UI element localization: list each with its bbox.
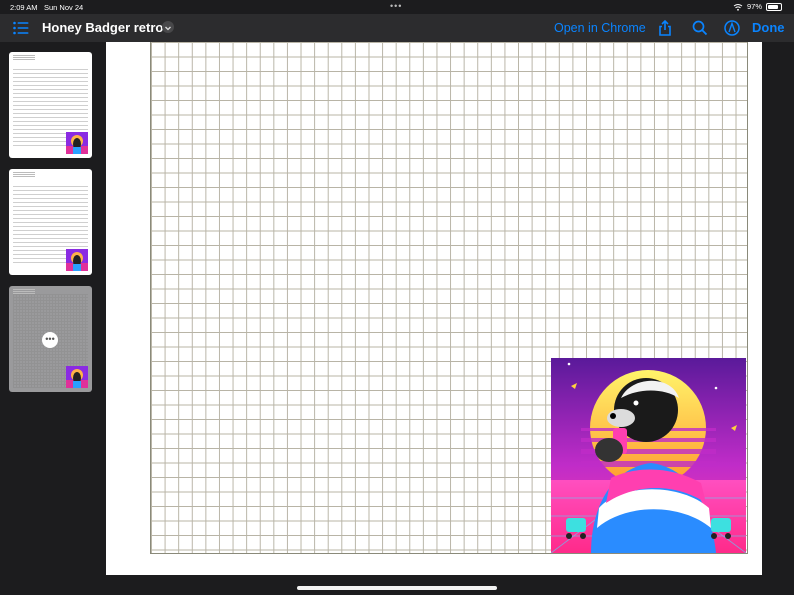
page-thumbnail-1[interactable] [9, 52, 92, 158]
badger-art-thumbnail [66, 366, 88, 388]
list-icon[interactable] [12, 19, 30, 37]
badger-art-thumbnail [66, 249, 88, 271]
toolbar: Honey Badger retro Open in Chrome Done [0, 14, 794, 42]
honey-badger-retro-illustration [551, 358, 746, 553]
status-right: 97% [733, 2, 782, 11]
multitasking-dots-icon[interactable]: ••• [390, 1, 402, 11]
home-indicator[interactable] [297, 586, 497, 590]
wifi-icon [733, 3, 743, 11]
status-bar: 2:09 AM Sun Nov 24 ••• 97% [0, 0, 794, 14]
thumbnail-header-text [13, 55, 35, 60]
document-title[interactable]: Honey Badger retro [42, 20, 163, 35]
thumbnail-header-text [13, 172, 35, 177]
battery-percent: 97% [746, 2, 762, 11]
done-button[interactable]: Done [752, 20, 785, 35]
search-icon[interactable] [691, 19, 709, 37]
status-time: 2:09 AM [10, 3, 38, 12]
open-in-chrome-button[interactable]: Open in Chrome [554, 21, 646, 35]
battery-icon [766, 2, 782, 11]
page-thumbnail-sidebar: ••• [0, 42, 104, 595]
page-thumbnail-2[interactable] [9, 169, 92, 275]
status-date: Sun Nov 24 [44, 3, 84, 12]
page-thumbnail-3[interactable]: ••• [9, 286, 92, 392]
chevron-down-icon[interactable] [162, 21, 174, 33]
share-icon[interactable] [656, 19, 674, 37]
more-icon[interactable]: ••• [42, 332, 58, 348]
document-page[interactable] [106, 42, 762, 575]
markup-icon[interactable] [723, 19, 741, 37]
badger-art-thumbnail [66, 132, 88, 154]
